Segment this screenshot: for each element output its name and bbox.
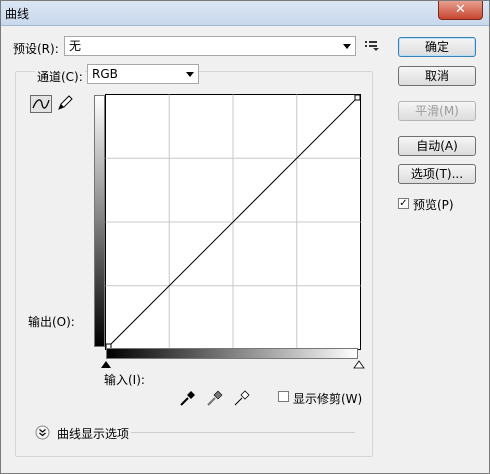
eyedropper-white-icon[interactable]: [233, 389, 251, 407]
output-label: 输出(O):: [28, 315, 75, 329]
preview-label: 预览(P): [413, 198, 454, 212]
eyedropper-gray-icon[interactable]: [206, 389, 224, 407]
eyedropper-black-icon[interactable]: [179, 389, 197, 407]
curve-control-point[interactable]: [354, 94, 361, 101]
double-chevron-down-icon[interactable]: [35, 425, 50, 440]
output-gradient-bar: [94, 95, 105, 347]
options-button[interactable]: 选项(T)...: [398, 164, 476, 184]
channel-dropdown[interactable]: RGB: [87, 64, 199, 84]
close-button[interactable]: ✕: [438, 1, 483, 20]
input-label: 输入(I):: [104, 373, 145, 387]
channel-value: RGB: [92, 67, 118, 81]
black-point-slider[interactable]: [100, 360, 112, 369]
curve-graph[interactable]: [105, 94, 361, 350]
channel-label: 通道(C):: [35, 68, 85, 85]
chevron-down-icon: [343, 44, 351, 49]
curve-tool-button[interactable]: [30, 95, 52, 113]
smooth-button[interactable]: 平滑(M): [398, 101, 476, 121]
preset-value: 无: [69, 39, 82, 53]
show-clipping-label: 显示修剪(W): [293, 392, 363, 406]
cancel-button[interactable]: 取消: [398, 66, 476, 86]
pencil-tool-icon: [58, 95, 73, 110]
title-bar: 曲线 ✕: [1, 1, 489, 26]
preset-dropdown[interactable]: 无: [64, 36, 356, 56]
input-gradient-bar: [106, 348, 358, 359]
auto-button[interactable]: 自动(A): [398, 136, 476, 156]
preset-label: 预设(R):: [13, 42, 59, 56]
section-divider: [131, 432, 355, 433]
ok-button[interactable]: 确定: [398, 37, 476, 57]
show-clipping-checkbox[interactable]: [278, 391, 289, 402]
preset-options-icon[interactable]: [364, 39, 380, 51]
curve-tool-icon: [32, 99, 50, 109]
preview-checkbox[interactable]: ✓: [398, 198, 409, 209]
curve-display-options-label[interactable]: 曲线显示选项: [57, 425, 129, 442]
chevron-down-icon: [186, 72, 194, 77]
window-title: 曲线: [5, 7, 30, 21]
pencil-tool-button[interactable]: [55, 95, 77, 113]
curves-dialog: 曲线 ✕ 预设(R): 无 确定 取消 平滑(M) 自动(A) 选项(T)...…: [0, 0, 490, 474]
white-point-slider[interactable]: [353, 360, 365, 369]
